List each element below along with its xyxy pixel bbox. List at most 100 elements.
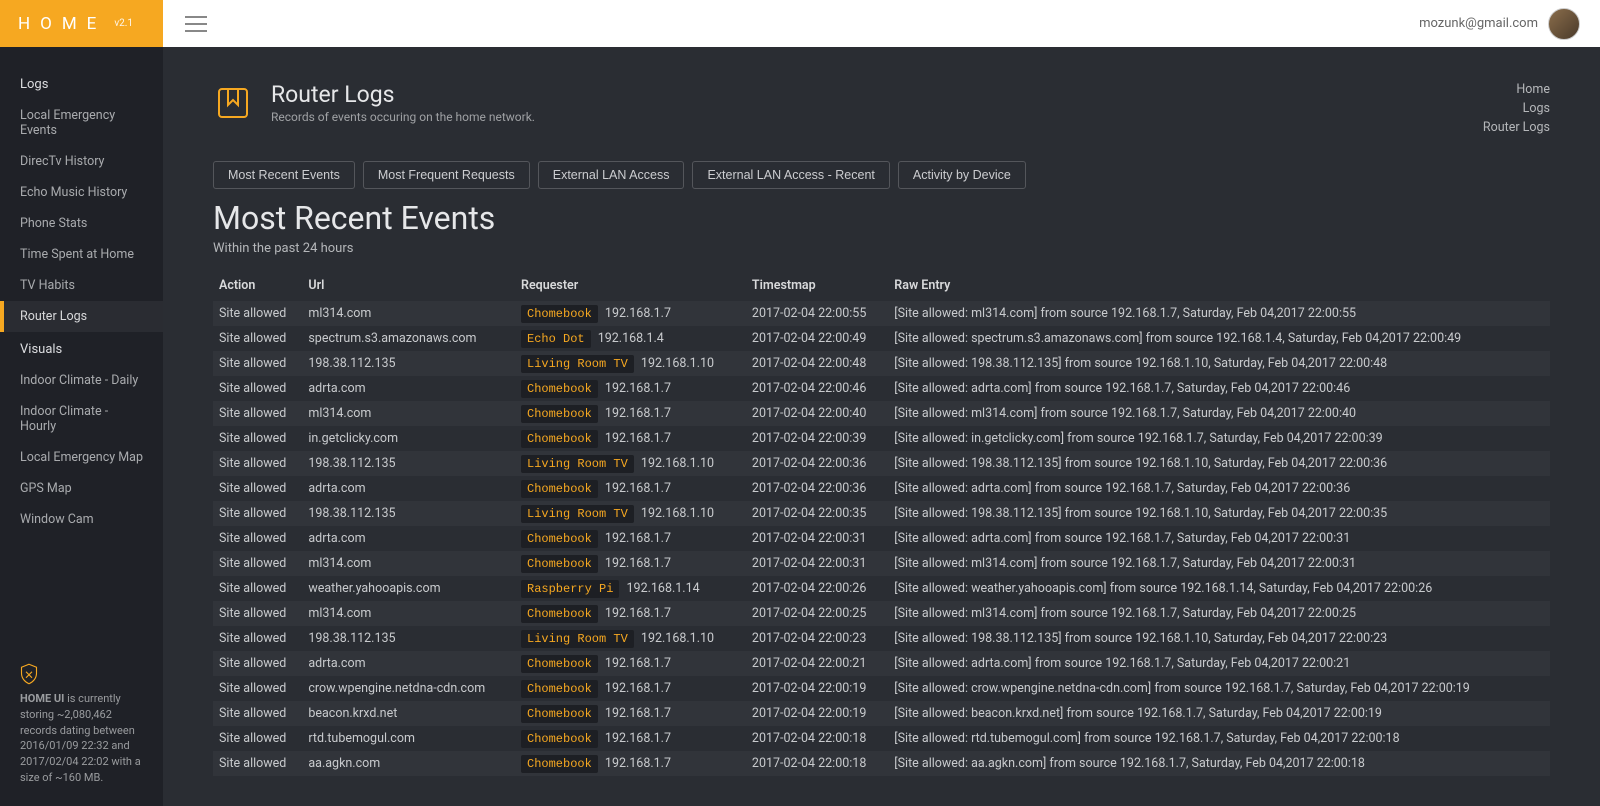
router-logs-icon xyxy=(213,83,253,123)
cell-action: Site allowed xyxy=(213,601,302,626)
sidebar-item-local-emergency-events[interactable]: Local Emergency Events xyxy=(0,100,163,146)
sidebar: Logs Local Emergency EventsDirecTv Histo… xyxy=(0,47,163,806)
cell-requester: Chomebook 192.168.1.7 xyxy=(515,476,746,501)
column-requester: Requester xyxy=(515,270,746,301)
filter-activity-by-device[interactable]: Activity by Device xyxy=(898,161,1026,189)
cell-requester: Chomebook 192.168.1.7 xyxy=(515,301,746,326)
cell-timestamp: 2017-02-04 22:00:36 xyxy=(746,451,888,476)
cell-requester: Chomebook 192.168.1.7 xyxy=(515,426,746,451)
table-row: Site allowedadrta.comChomebook 192.168.1… xyxy=(213,476,1550,501)
table-row: Site allowedadrta.comChomebook 192.168.1… xyxy=(213,526,1550,551)
cell-requester: Chomebook 192.168.1.7 xyxy=(515,401,746,426)
sidebar-item-router-logs[interactable]: Router Logs xyxy=(0,301,163,332)
cell-requester: Chomebook 192.168.1.7 xyxy=(515,526,746,551)
cell-url: adrta.com xyxy=(302,376,515,401)
cell-requester: Living Room TV 192.168.1.10 xyxy=(515,351,746,376)
device-tag: Chomebook xyxy=(521,405,598,423)
device-tag: Chomebook xyxy=(521,380,598,398)
device-tag: Living Room TV xyxy=(521,455,634,473)
requester-ip: 192.168.1.7 xyxy=(602,406,671,421)
cell-timestamp: 2017-02-04 22:00:39 xyxy=(746,426,888,451)
device-tag: Chomebook xyxy=(521,705,598,723)
requester-ip: 192.168.1.10 xyxy=(638,356,714,371)
device-tag: Chomebook xyxy=(521,555,598,573)
sidebar-item-echo-music-history[interactable]: Echo Music History xyxy=(0,177,163,208)
cell-timestamp: 2017-02-04 22:00:40 xyxy=(746,401,888,426)
events-table: ActionUrlRequesterTimestmapRaw Entry Sit… xyxy=(213,270,1550,776)
sidebar-item-phone-stats[interactable]: Phone Stats xyxy=(0,208,163,239)
cell-requester: Raspberry Pi 192.168.1.14 xyxy=(515,576,746,601)
sidebar-item-window-cam[interactable]: Window Cam xyxy=(0,504,163,535)
cell-raw: [Site allowed: aa.agkn.com] from source … xyxy=(888,751,1550,776)
cell-raw: [Site allowed: 198.38.112.135] from sour… xyxy=(888,351,1550,376)
sidebar-item-directv-history[interactable]: DirecTv History xyxy=(0,146,163,177)
sidebar-item-indoor-climate-daily[interactable]: Indoor Climate - Daily xyxy=(0,365,163,396)
cell-raw: [Site allowed: ml314.com] from source 19… xyxy=(888,401,1550,426)
cell-url: weather.yahooapis.com xyxy=(302,576,515,601)
filter-most-frequent-requests[interactable]: Most Frequent Requests xyxy=(363,161,530,189)
cell-action: Site allowed xyxy=(213,351,302,376)
device-tag: Chomebook xyxy=(521,430,598,448)
cell-raw: [Site allowed: adrta.com] from source 19… xyxy=(888,476,1550,501)
cell-timestamp: 2017-02-04 22:00:18 xyxy=(746,726,888,751)
user-email[interactable]: mozunk@gmail.com xyxy=(1419,16,1538,31)
cell-action: Site allowed xyxy=(213,676,302,701)
cell-action: Site allowed xyxy=(213,501,302,526)
filter-external-lan-access[interactable]: External LAN Access xyxy=(538,161,685,189)
breadcrumb: Home Logs Router Logs xyxy=(1483,81,1550,137)
cell-raw: [Site allowed: 198.38.112.135] from sour… xyxy=(888,451,1550,476)
breadcrumb-home[interactable]: Home xyxy=(1483,81,1550,100)
topbar-right: mozunk@gmail.com xyxy=(1419,8,1600,40)
avatar[interactable] xyxy=(1548,8,1580,40)
requester-ip: 192.168.1.7 xyxy=(602,481,671,496)
cell-timestamp: 2017-02-04 22:00:19 xyxy=(746,676,888,701)
device-tag: Living Room TV xyxy=(521,630,634,648)
device-tag: Chomebook xyxy=(521,755,598,773)
cell-requester: Chomebook 192.168.1.7 xyxy=(515,551,746,576)
cell-timestamp: 2017-02-04 22:00:48 xyxy=(746,351,888,376)
device-tag: Chomebook xyxy=(521,605,598,623)
cell-raw: [Site allowed: beacon.krxd.net] from sou… xyxy=(888,701,1550,726)
cell-requester: Living Room TV 192.168.1.10 xyxy=(515,626,746,651)
cell-timestamp: 2017-02-04 22:00:35 xyxy=(746,501,888,526)
device-tag: Raspberry Pi xyxy=(521,580,619,598)
cell-url: rtd.tubemogul.com xyxy=(302,726,515,751)
breadcrumb-logs[interactable]: Logs xyxy=(1483,100,1550,119)
filter-external-lan-access-recent[interactable]: External LAN Access - Recent xyxy=(692,161,889,189)
sidebar-item-local-emergency-map[interactable]: Local Emergency Map xyxy=(0,442,163,473)
cell-action: Site allowed xyxy=(213,326,302,351)
requester-ip: 192.168.1.7 xyxy=(602,531,671,546)
table-row: Site allowedaa.agkn.comChomebook 192.168… xyxy=(213,751,1550,776)
filter-most-recent-events[interactable]: Most Recent Events xyxy=(213,161,355,189)
cell-url: adrta.com xyxy=(302,476,515,501)
table-row: Site allowedspectrum.s3.amazonaws.comEch… xyxy=(213,326,1550,351)
cell-url: ml314.com xyxy=(302,301,515,326)
sidebar-item-tv-habits[interactable]: TV Habits xyxy=(0,270,163,301)
cell-url: in.getclicky.com xyxy=(302,426,515,451)
table-row: Site allowedrtd.tubemogul.comChomebook 1… xyxy=(213,726,1550,751)
table-row: Site allowedml314.comChomebook 192.168.1… xyxy=(213,301,1550,326)
cell-action: Site allowed xyxy=(213,426,302,451)
cell-action: Site allowed xyxy=(213,526,302,551)
sidebar-item-gps-map[interactable]: GPS Map xyxy=(0,473,163,504)
cell-timestamp: 2017-02-04 22:00:21 xyxy=(746,651,888,676)
cell-timestamp: 2017-02-04 22:00:31 xyxy=(746,551,888,576)
sidebar-item-indoor-climate-hourly[interactable]: Indoor Climate - Hourly xyxy=(0,396,163,442)
cell-action: Site allowed xyxy=(213,701,302,726)
requester-ip: 192.168.1.14 xyxy=(623,581,699,596)
table-row: Site allowed198.38.112.135Living Room TV… xyxy=(213,501,1550,526)
cell-raw: [Site allowed: ml314.com] from source 19… xyxy=(888,601,1550,626)
sidebar-item-time-spent-at-home[interactable]: Time Spent at Home xyxy=(0,239,163,270)
cell-raw: [Site allowed: adrta.com] from source 19… xyxy=(888,526,1550,551)
requester-ip: 192.168.1.7 xyxy=(602,556,671,571)
brand-title: HOME xyxy=(18,14,106,34)
sidebar-heading-visuals: Visuals xyxy=(0,332,163,365)
menu-toggle-icon[interactable] xyxy=(185,16,207,32)
cell-timestamp: 2017-02-04 22:00:31 xyxy=(746,526,888,551)
cell-requester: Living Room TV 192.168.1.10 xyxy=(515,451,746,476)
table-row: Site allowed198.38.112.135Living Room TV… xyxy=(213,626,1550,651)
cell-url: 198.38.112.135 xyxy=(302,626,515,651)
cell-raw: [Site allowed: ml314.com] from source 19… xyxy=(888,301,1550,326)
device-tag: Chomebook xyxy=(521,305,598,323)
brand-logo[interactable]: HOME v2.1 xyxy=(0,0,163,47)
